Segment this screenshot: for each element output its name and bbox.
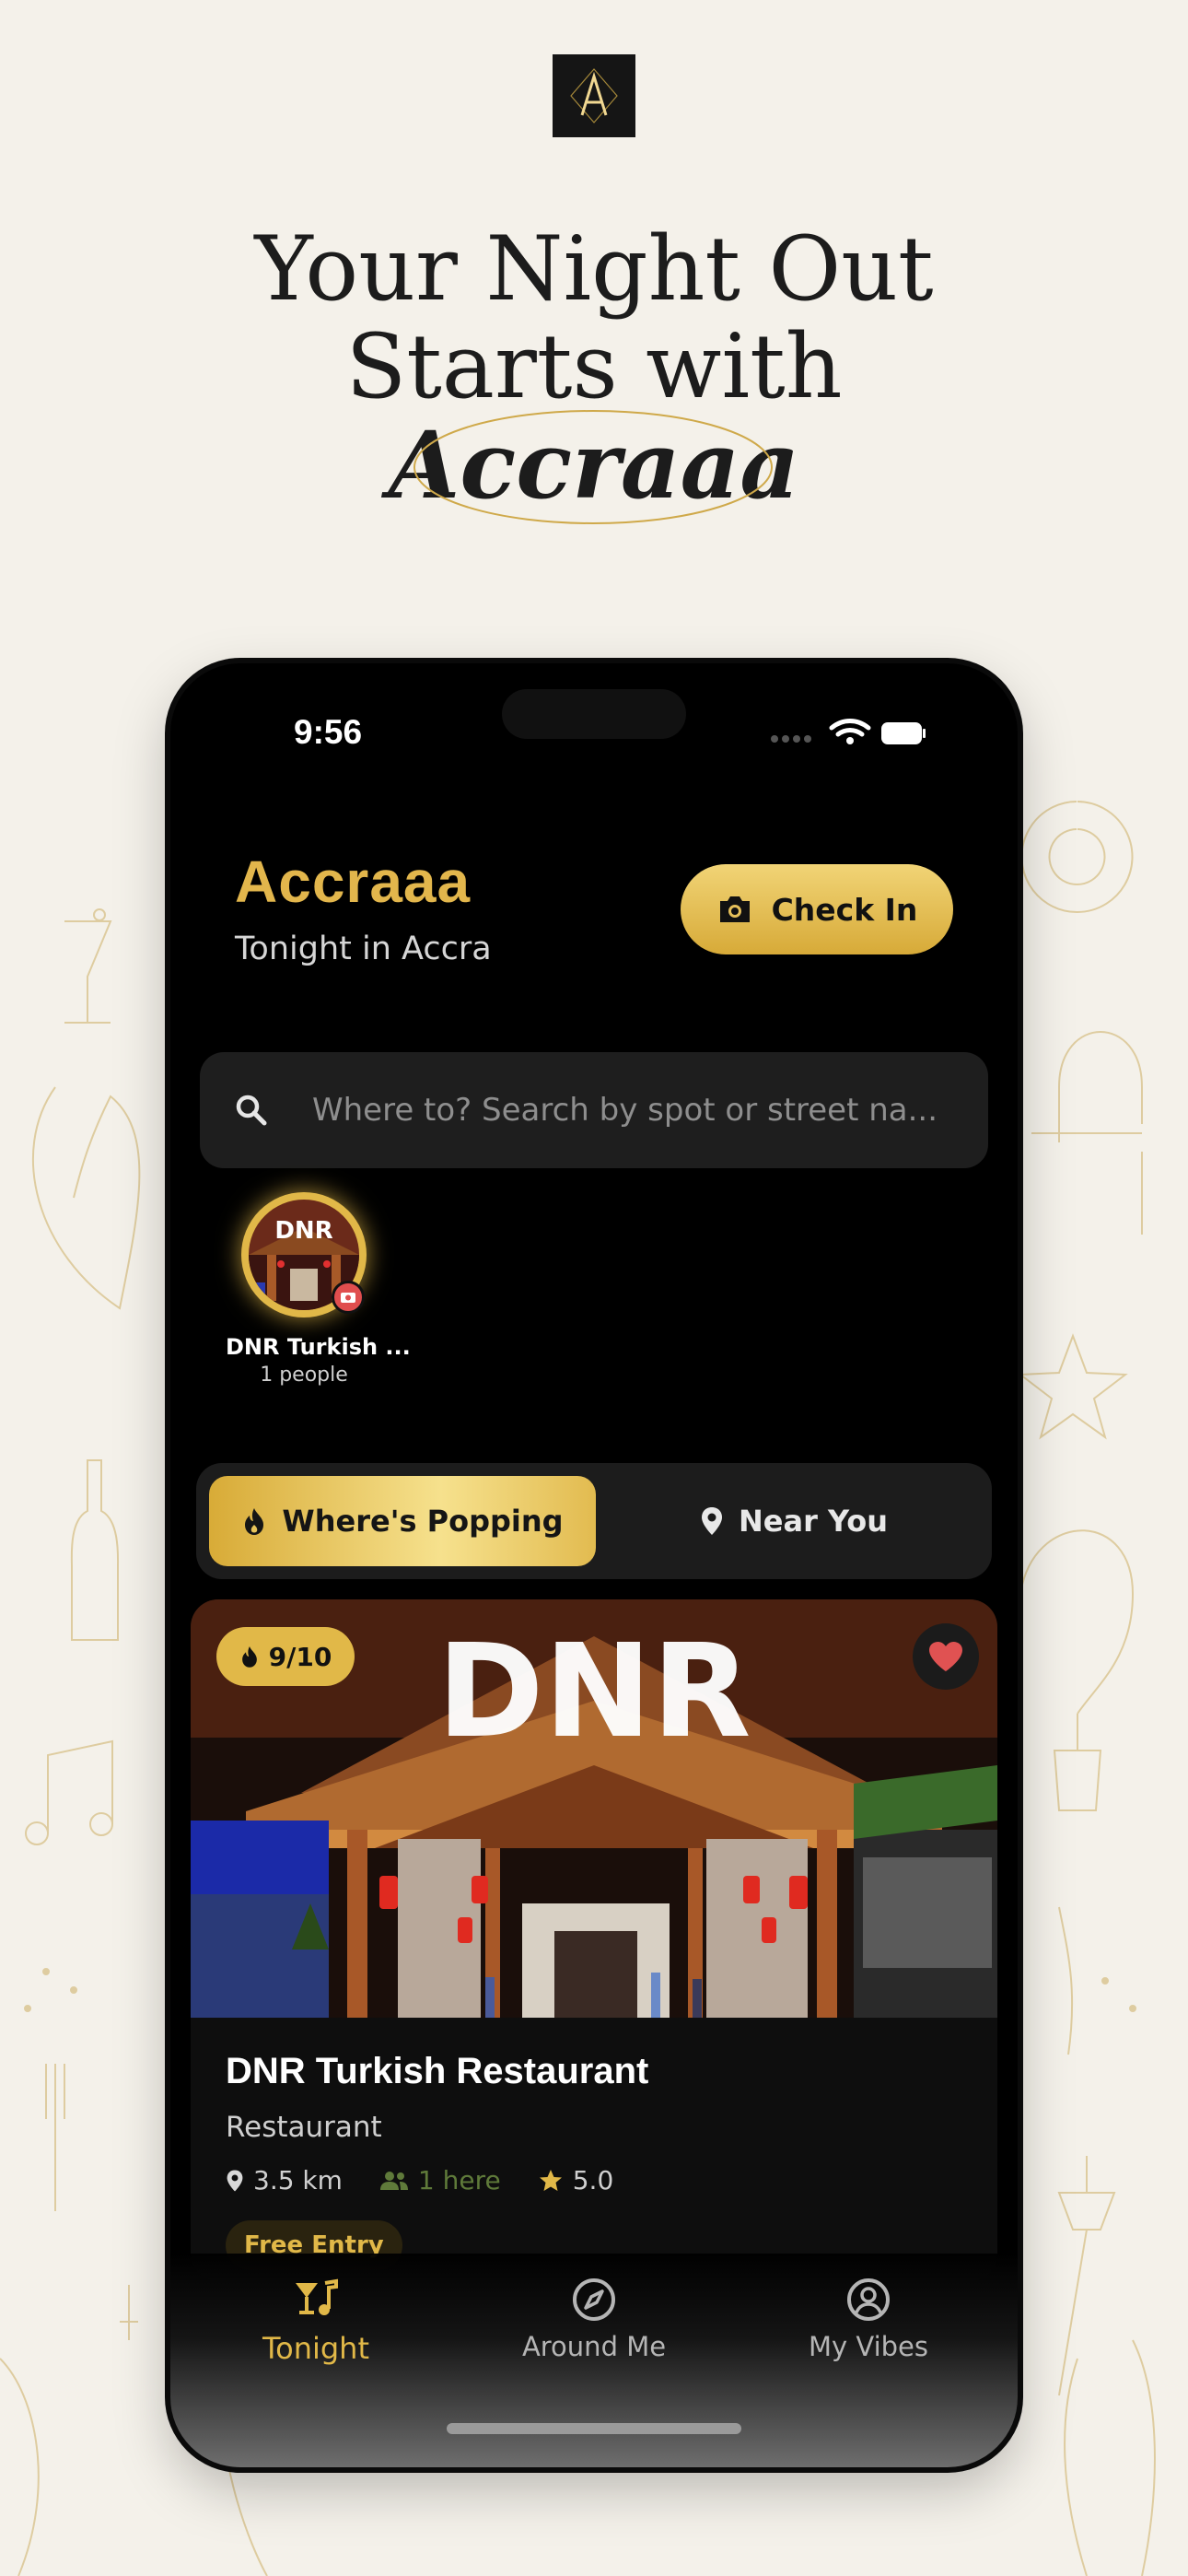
check-in-label: Check In [771,891,918,928]
camera-icon [719,896,750,922]
cocktail-music-icon [296,2278,338,2315]
venue-name: DNR Turkish Restaurant [226,2051,649,2091]
heart-icon [929,1642,962,1671]
tab-my-vibes-label: My Vibes [808,2331,929,2362]
tab-wheres-popping[interactable]: Where's Popping [209,1476,596,1566]
venue-distance: 3.5 km [226,2165,343,2195]
segment-control: Where's Popping Near You [196,1463,992,1579]
story-name: DNR Turkish ... [226,1334,411,1360]
hero-brand-oval [413,410,773,524]
home-indicator [447,2423,741,2434]
venue-rating-text: 5.0 [572,2165,614,2195]
venue-people-here-text: 1 here [417,2165,501,2195]
story-count: 1 people [260,1364,348,1387]
venue-category: Restaurant [226,2111,382,2144]
story-camera-badge [332,1281,365,1314]
venue-people-here: 1 here [379,2165,501,2195]
search-bar[interactable]: Where to? Search by spot or street na... [200,1052,988,1168]
tab-around-me[interactable]: Around Me [483,2276,705,2362]
app-logo [553,54,635,137]
tab-near-you[interactable]: Near You [609,1476,979,1566]
people-icon [379,2171,408,2190]
compass-icon [573,2278,615,2321]
flame-icon [241,1646,257,1668]
favorite-button[interactable] [913,1623,979,1690]
location-pin-icon [702,1507,722,1535]
dynamic-island [502,689,686,739]
phone-mockup: 9:56 Accraaa Tonight in Accra Check In W… [170,663,1018,2467]
app-subtitle: Tonight in Accra [235,931,492,967]
tab-wheres-popping-label: Where's Popping [282,1504,564,1539]
app-title: Accraaa [235,849,472,915]
popularity-score: 9/10 [268,1641,332,1672]
story-avatar-ring: DNR [241,1192,367,1317]
venue-distance-text: 3.5 km [253,2165,343,2195]
svg-text:DNR: DNR [437,1617,751,1767]
popularity-badge: 9/10 [216,1627,355,1686]
tab-tonight[interactable]: Tonight [205,2276,426,2366]
status-time: 9:56 [294,713,363,751]
flame-icon [245,1508,264,1535]
star-icon [539,2169,562,2191]
search-icon [236,1095,267,1126]
tab-my-vibes[interactable]: My Vibes [758,2276,979,2362]
bottom-tab-bar: Tonight Around Me My Vibes [170,2254,1018,2467]
hero-line-1: Your Night Out [254,217,934,321]
venue-card[interactable]: DNR 9/10 DNR Turkish Restaurant Restaura… [191,1599,997,2281]
tab-around-me-label: Around Me [521,2331,667,2362]
svg-text:DNR: DNR [274,1217,332,1245]
status-icons [771,719,926,744]
story-item[interactable]: DNR DNR Turkish ... 1 people [226,1192,411,1387]
hero-line-2: Starts with [345,315,843,418]
venue-meta: 3.5 km 1 here 5.0 [226,2165,650,2195]
location-pin-icon [227,2170,243,2191]
tab-near-you-label: Near You [739,1504,888,1539]
profile-icon [847,2278,890,2321]
venue-rating: 5.0 [538,2165,614,2195]
camera-icon [341,1293,355,1303]
tab-tonight-label: Tonight [262,2331,369,2366]
search-placeholder: Where to? Search by spot or street na... [312,1092,938,1129]
check-in-button[interactable]: Check In [681,864,953,954]
